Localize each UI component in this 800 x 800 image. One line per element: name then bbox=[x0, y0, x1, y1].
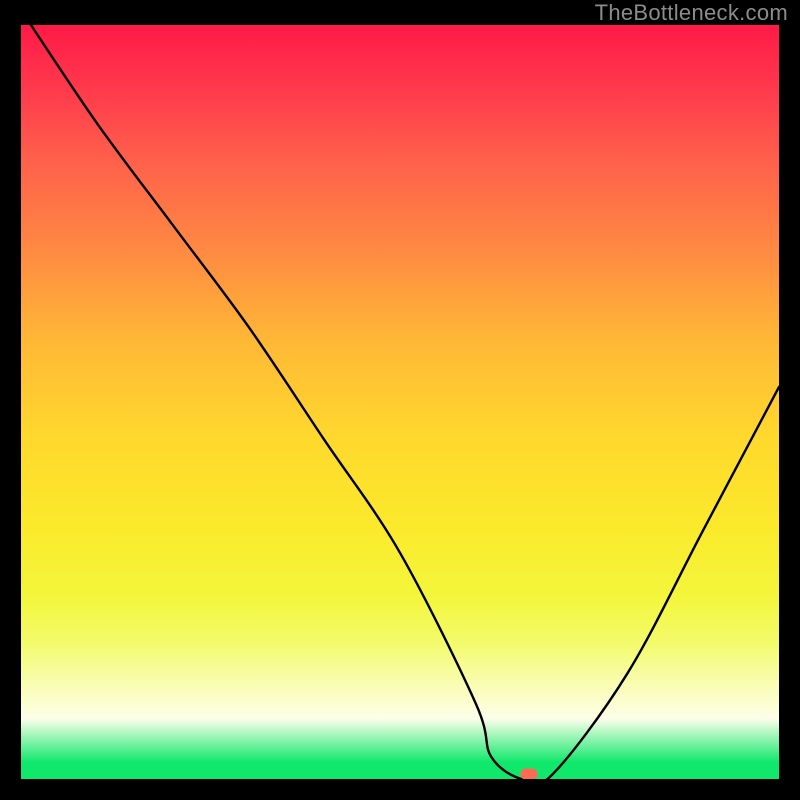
left-axis-pad bbox=[0, 0, 21, 800]
chart-frame: TheBottleneck.com bbox=[0, 0, 800, 800]
bottleneck-curve bbox=[21, 25, 779, 779]
watermark-text: TheBottleneck.com bbox=[595, 0, 788, 26]
bottom-axis-pad bbox=[0, 779, 800, 800]
plot-area bbox=[21, 25, 779, 779]
